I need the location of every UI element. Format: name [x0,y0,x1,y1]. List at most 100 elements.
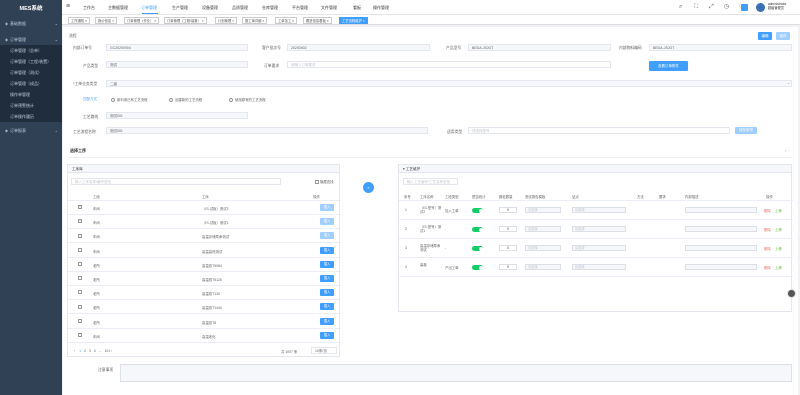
hamburger-icon[interactable]: ≡ [66,3,70,11]
move-up-link[interactable]: 上移 [775,265,782,270]
close-icon[interactable]: × [326,19,329,23]
sidebar-item-5[interactable]: 订单管理（成品） [0,78,62,89]
delete-link[interactable]: 删除 [764,227,771,232]
page-size-select[interactable]: 10条/页 [311,347,337,354]
template-select[interactable]: 请选择 [525,264,561,270]
row-checkbox[interactable] [78,261,82,266]
insert-button[interactable]: 插入 [320,246,334,254]
insert-button[interactable]: 插入 [320,303,334,311]
close-icon[interactable]: × [291,19,294,23]
topnav-item-2[interactable]: 订单管理 [141,5,157,11]
qty-stepper[interactable]: 0 [499,207,517,213]
clock-icon[interactable]: ◷ [724,4,729,11]
insert-button[interactable]: 插入 [320,218,334,226]
topnav-item-9[interactable]: 看板 [353,5,361,11]
page-number[interactable]: 2 [84,349,86,353]
topnav-item-1[interactable]: 主数据管理 [108,5,128,11]
applicable-select[interactable]: 请选择型号 [468,127,730,134]
template-select[interactable]: 请选择 [525,207,561,213]
move-right-icon[interactable]: » [363,182,374,193]
qty-stepper[interactable]: 0 [499,245,517,251]
insert-button[interactable]: 插入 [320,275,334,282]
close-icon[interactable]: × [153,19,156,23]
page-number[interactable]: ... [99,349,102,353]
move-up-link[interactable]: 上移 [775,227,782,232]
tab-3[interactable]: 订单管理（工程/装置） × [164,16,207,24]
row-checkbox[interactable] [78,219,82,224]
internal-desc-input[interactable] [685,207,757,213]
sidebar-item-7[interactable]: 订单预警统计 [0,100,62,111]
tab-5[interactable]: 施工单详细 × [242,16,268,24]
topnav-item-0[interactable]: 工作台 [83,5,95,11]
product-type-field[interactable]: 测试 [106,61,248,68]
row-checkbox[interactable] [78,276,82,281]
tab-7[interactable]: 跟进信息看板 × [303,16,332,24]
topnav-item-7[interactable]: 平台管理 [292,5,308,11]
sidebar-item-3[interactable]: 订单管理（工程/装置） [0,56,62,67]
site-select[interactable]: 请选择 [572,226,626,232]
delete-link[interactable]: 删除 [764,265,771,270]
radio-option-3[interactable]: 使用原有的工艺流程 [229,97,266,103]
insert-button[interactable]: 插入 [320,204,334,211]
sidebar-item-9[interactable]: ◈ 订单报表 ⌄ [0,125,62,136]
flow-name-field[interactable]: 测试001 [106,127,428,134]
insert-button[interactable]: 插入 [320,331,334,339]
stat-toggle[interactable] [472,265,483,270]
close-icon[interactable]: × [231,19,234,23]
site-select[interactable]: 请选择 [572,264,626,270]
view-order-attachment-button[interactable]: 查看订单附件 [649,61,688,71]
move-up-link[interactable]: 上移 [775,208,782,213]
route-field[interactable]: 测试001 [106,112,248,119]
qty-stepper[interactable]: 0 [499,264,517,270]
app-icon[interactable] [741,4,748,11]
topnav-item-8[interactable]: 文件管理 [321,5,337,11]
tab-2[interactable]: 订单管理（作业） × [124,16,160,24]
hide-search-checkbox[interactable]: 隐藏查找 [315,179,334,185]
internal-desc-input[interactable] [685,264,757,270]
topnav-item-5[interactable]: 品质管理 [232,5,248,11]
row-checkbox[interactable] [78,318,82,323]
avatar[interactable] [756,3,765,12]
insert-button[interactable]: 插入 [320,317,334,325]
close-icon[interactable]: × [111,19,114,23]
insert-button[interactable]: 插入 [320,232,334,240]
internal-desc-input[interactable] [685,226,757,232]
close-icon[interactable]: × [84,19,87,23]
close-icon[interactable]: × [362,19,365,23]
qty-stepper[interactable]: 0 [499,226,517,232]
row-checkbox[interactable] [78,247,82,252]
internal-order-field[interactable]: GC20200904 [106,44,248,51]
template-select[interactable]: 请选择 [525,245,561,251]
tab-1[interactable]: 报价信息 × [95,16,118,24]
topnav-item-4[interactable]: 设备管理 [202,5,218,11]
page-number[interactable]: 3 [89,349,91,353]
template-select[interactable]: 请选择 [525,226,561,232]
tab-6[interactable]: 工单加工 × [275,16,298,24]
delete-link[interactable]: 删除 [764,246,771,251]
page-number[interactable]: 4 [94,349,96,353]
save-button[interactable]: 保存 [776,32,790,40]
move-up-link[interactable]: 上移 [775,246,782,251]
expand-icon[interactable]: ⤢ [709,4,714,11]
sidebar-item-1[interactable]: ◈ 订单管理 ⌄ [0,34,62,45]
chevron-right-icon[interactable]: › [785,148,786,153]
order-req-input[interactable]: 请输入订单要求 [287,61,611,68]
sidebar-item-2[interactable]: 订单管理（总单） [0,45,62,56]
close-icon[interactable]: × [261,19,264,23]
insert-button[interactable]: 插入 [320,289,334,297]
row-checkbox[interactable] [78,332,82,337]
tab-0[interactable]: 工作通知 × [68,16,91,24]
sidebar-item-4[interactable]: 订单管理（测试） [0,67,62,78]
row-checkbox[interactable] [78,304,82,309]
stat-toggle[interactable] [472,208,483,213]
topnav-item-10[interactable]: 操作管理 [373,5,389,11]
row-checkbox[interactable] [78,205,82,210]
search-icon[interactable]: ⌕ [679,4,682,11]
page-number[interactable]: 1 [79,349,81,353]
pagination[interactable]: ‹ 1 2 3 4... 101 › [74,349,112,353]
fullscreen-icon[interactable]: ⛶ [694,4,698,11]
product-model-field[interactable]: BEDA-JSJGT [468,44,611,51]
flow-search-input[interactable]: 输入工艺编号/工艺名称查找 [403,178,458,185]
tab-4[interactable]: 计划管理 × [215,16,238,24]
edit-button[interactable]: 编辑 [758,32,772,40]
